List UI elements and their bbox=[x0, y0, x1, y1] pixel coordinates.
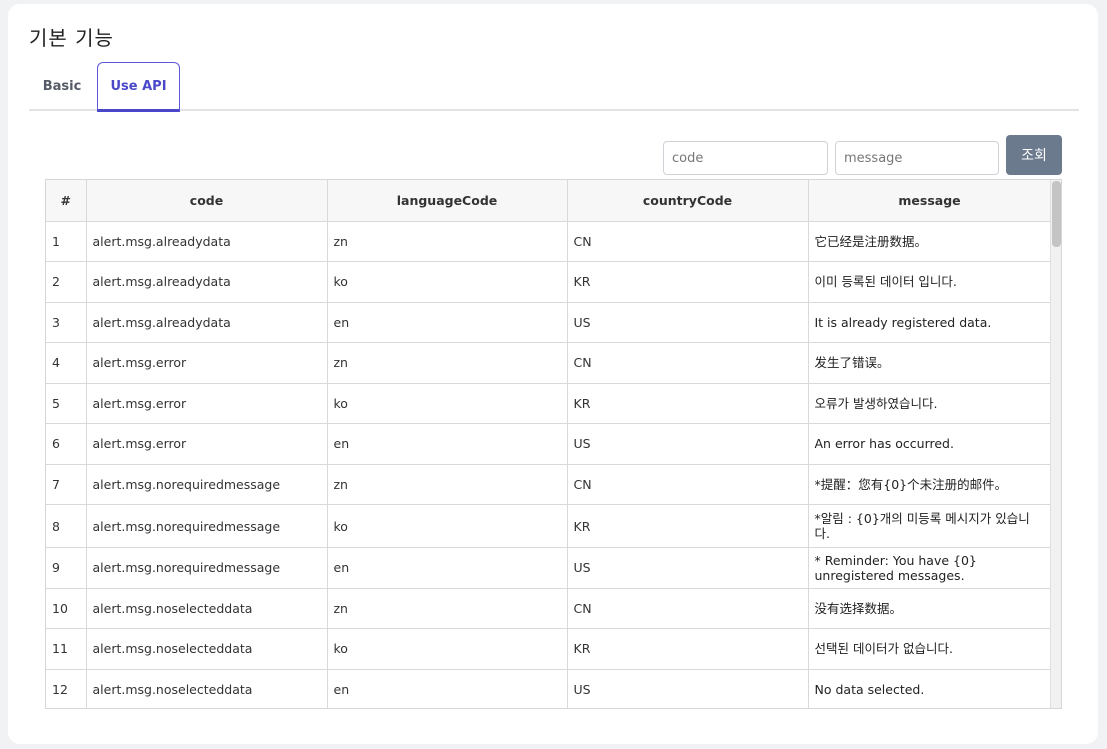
cell-index: 8 bbox=[46, 504, 87, 548]
query-button[interactable]: 조회 bbox=[1006, 135, 1062, 175]
cell-language-code: ko bbox=[327, 628, 568, 670]
cell-message: * Reminder: You have {0} unregistered me… bbox=[808, 547, 1052, 589]
cell-code: alert.msg.error bbox=[86, 383, 328, 424]
cell-index: 10 bbox=[46, 588, 87, 629]
header-language-code[interactable]: languageCode bbox=[327, 180, 568, 222]
table-row[interactable]: 2 alert.msg.alreadydata ko KR 이미 등록된 데이터… bbox=[46, 261, 1052, 303]
cell-language-code: zn bbox=[327, 588, 568, 629]
cell-message: *알림 : {0}개의 미등록 메시지가 있습니다. bbox=[808, 504, 1052, 548]
cell-code: alert.msg.noselecteddata bbox=[86, 669, 328, 708]
cell-index: 4 bbox=[46, 342, 87, 384]
cell-message: *提醒：您有{0}个未注册的邮件。 bbox=[808, 464, 1052, 505]
main-card: 기본 기능 Basic Use API 조회 # code languageCo… bbox=[8, 4, 1098, 744]
cell-message: 이미 등록된 데이터 입니다. bbox=[808, 261, 1052, 303]
message-table-container: # code languageCode countryCode message … bbox=[45, 179, 1062, 709]
cell-index: 5 bbox=[46, 383, 87, 424]
table-row[interactable]: 3 alert.msg.alreadydata en US It is alre… bbox=[46, 302, 1052, 343]
table-row[interactable]: 9 alert.msg.norequiredmessage en US * Re… bbox=[46, 547, 1052, 589]
cell-code: alert.msg.noselecteddata bbox=[86, 588, 328, 629]
table-row[interactable]: 6 alert.msg.error en US An error has occ… bbox=[46, 423, 1052, 465]
cell-language-code: ko bbox=[327, 261, 568, 303]
cell-message: It is already registered data. bbox=[808, 302, 1052, 343]
cell-index: 3 bbox=[46, 302, 87, 343]
cell-index: 6 bbox=[46, 423, 87, 465]
cell-country-code: KR bbox=[567, 261, 809, 303]
table-row[interactable]: 1 alert.msg.alreadydata zn CN 它已经是注册数据。 bbox=[46, 221, 1052, 262]
cell-code: alert.msg.norequiredmessage bbox=[86, 504, 328, 548]
cell-language-code: en bbox=[327, 547, 568, 589]
cell-country-code: CN bbox=[567, 221, 809, 262]
table-row[interactable]: 8 alert.msg.norequiredmessage ko KR *알림 … bbox=[46, 504, 1052, 548]
header-code[interactable]: code bbox=[86, 180, 328, 222]
cell-code: alert.msg.alreadydata bbox=[86, 221, 328, 262]
table-scrollbar[interactable] bbox=[1050, 180, 1061, 708]
cell-language-code: en bbox=[327, 669, 568, 708]
cell-country-code: KR bbox=[567, 383, 809, 424]
cell-index: 9 bbox=[46, 547, 87, 589]
cell-country-code: US bbox=[567, 302, 809, 343]
cell-country-code: KR bbox=[567, 504, 809, 548]
cell-code: alert.msg.alreadydata bbox=[86, 261, 328, 303]
cell-code: alert.msg.error bbox=[86, 423, 328, 465]
cell-index: 7 bbox=[46, 464, 87, 505]
cell-code: alert.msg.norequiredmessage bbox=[86, 464, 328, 505]
cell-code: alert.msg.norequiredmessage bbox=[86, 547, 328, 589]
tab-use-api[interactable]: Use API bbox=[97, 62, 180, 112]
cell-code: alert.msg.error bbox=[86, 342, 328, 384]
cell-country-code: US bbox=[567, 547, 809, 589]
cell-code: alert.msg.noselecteddata bbox=[86, 628, 328, 670]
cell-message: No data selected. bbox=[808, 669, 1052, 708]
message-search-input[interactable] bbox=[835, 141, 999, 175]
cell-country-code: CN bbox=[567, 588, 809, 629]
table-row[interactable]: 12 alert.msg.noselecteddata en US No dat… bbox=[46, 669, 1052, 708]
cell-message: 선택된 데이터가 없습니다. bbox=[808, 628, 1052, 670]
cell-message: 它已经是注册数据。 bbox=[808, 221, 1052, 262]
table-row[interactable]: 10 alert.msg.noselecteddata zn CN 没有选择数据… bbox=[46, 588, 1052, 629]
tab-bar: Basic Use API bbox=[29, 62, 1079, 112]
cell-country-code: KR bbox=[567, 628, 809, 670]
table-row[interactable]: 4 alert.msg.error zn CN 发生了错误。 bbox=[46, 342, 1052, 384]
message-table: # code languageCode countryCode message … bbox=[46, 180, 1052, 708]
header-country-code[interactable]: countryCode bbox=[567, 180, 809, 222]
cell-country-code: US bbox=[567, 423, 809, 465]
cell-country-code: US bbox=[567, 669, 809, 708]
cell-message: 发生了错误。 bbox=[808, 342, 1052, 384]
cell-message: 오류가 발생하였습니다. bbox=[808, 383, 1052, 424]
table-row[interactable]: 11 alert.msg.noselecteddata ko KR 선택된 데이… bbox=[46, 628, 1052, 670]
table-row[interactable]: 7 alert.msg.norequiredmessage zn CN *提醒：… bbox=[46, 464, 1052, 505]
cell-language-code: ko bbox=[327, 504, 568, 548]
cell-language-code: ko bbox=[327, 383, 568, 424]
page-title: 기본 기능 bbox=[29, 26, 114, 50]
table-header-row: # code languageCode countryCode message bbox=[46, 180, 1052, 222]
cell-message: An error has occurred. bbox=[808, 423, 1052, 465]
cell-index: 2 bbox=[46, 261, 87, 303]
header-index[interactable]: # bbox=[46, 180, 87, 222]
cell-language-code: zn bbox=[327, 221, 568, 262]
cell-language-code: en bbox=[327, 302, 568, 343]
table-row[interactable]: 5 alert.msg.error ko KR 오류가 발생하였습니다. bbox=[46, 383, 1052, 424]
cell-message: 没有选择数据。 bbox=[808, 588, 1052, 629]
cell-language-code: zn bbox=[327, 464, 568, 505]
cell-index: 12 bbox=[46, 669, 87, 708]
cell-country-code: CN bbox=[567, 464, 809, 505]
cell-index: 1 bbox=[46, 221, 87, 262]
code-search-input[interactable] bbox=[663, 141, 828, 175]
cell-code: alert.msg.alreadydata bbox=[86, 302, 328, 343]
cell-index: 11 bbox=[46, 628, 87, 670]
cell-language-code: en bbox=[327, 423, 568, 465]
tab-basic[interactable]: Basic bbox=[29, 62, 95, 111]
cell-country-code: CN bbox=[567, 342, 809, 384]
cell-language-code: zn bbox=[327, 342, 568, 384]
header-message[interactable]: message bbox=[808, 180, 1052, 222]
scrollbar-thumb[interactable] bbox=[1052, 181, 1061, 247]
